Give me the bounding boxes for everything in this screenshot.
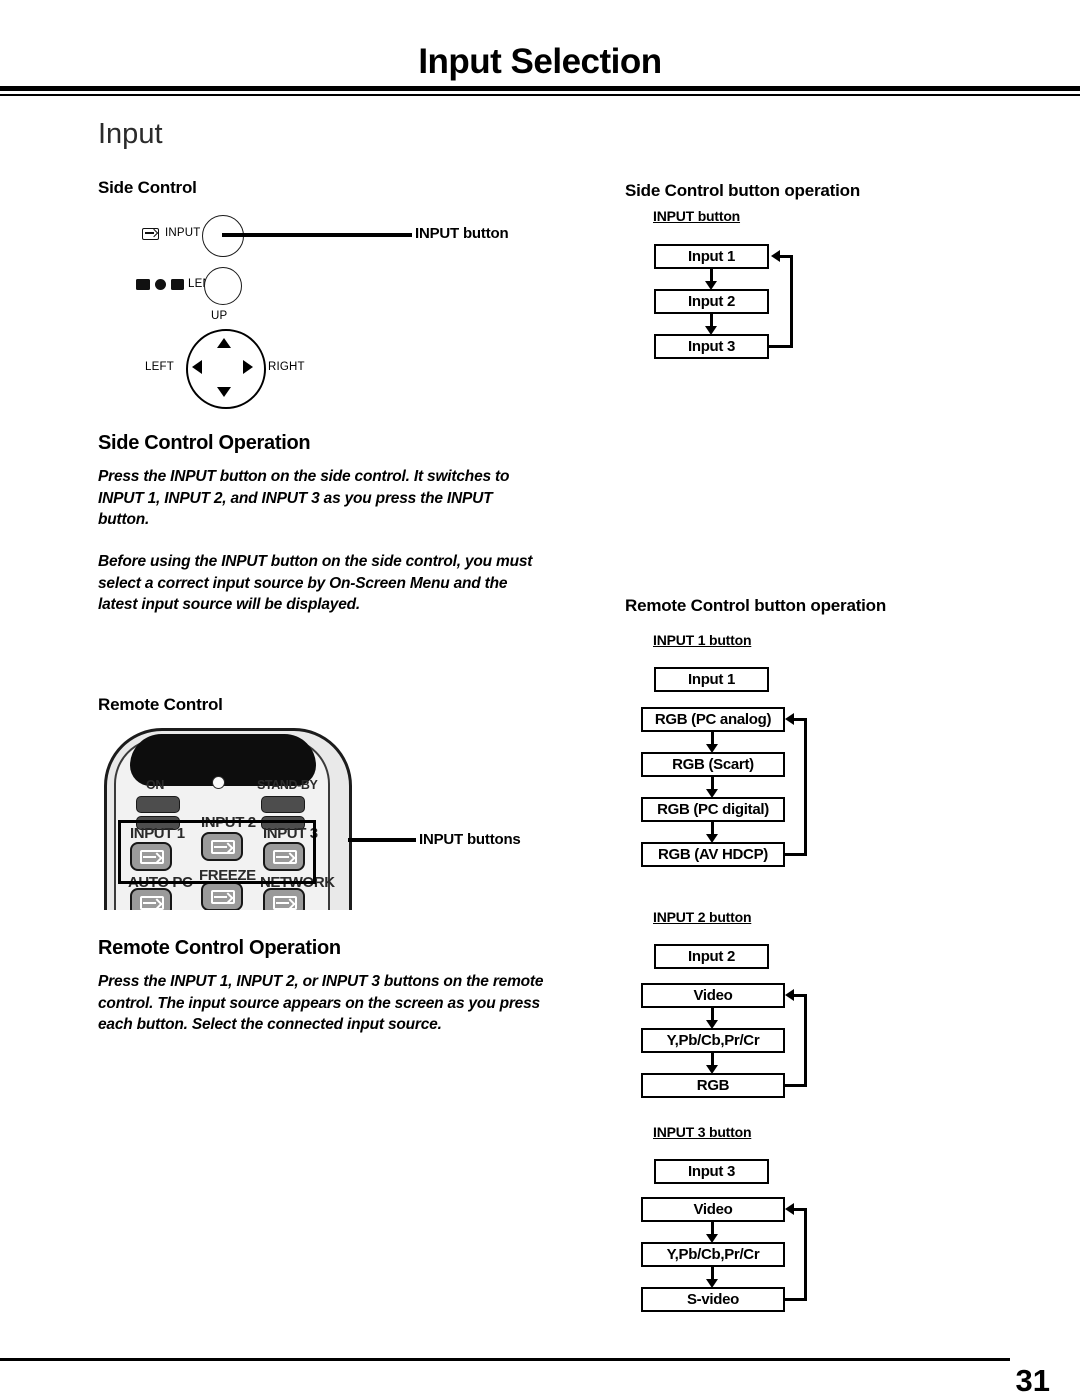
dpad-up-label: UP <box>211 310 228 322</box>
flow-box: Input 3 <box>654 334 769 359</box>
side-control-button-operation-heading: Side Control button operation <box>625 181 861 200</box>
remote-control-operation-paragraph-1: Press the INPUT 1, INPUT 2, or INPUT 3 b… <box>98 973 544 1033</box>
dpad-down-arrow-icon[interactable] <box>217 387 231 397</box>
header-rule-thick <box>0 86 1080 91</box>
flow-head-box: Input 2 <box>654 944 769 969</box>
input3-button-subheading: INPUT 3 button <box>653 1124 752 1140</box>
flow-loop-top <box>780 255 793 258</box>
remote-standby-label: STAND-BY <box>257 778 318 792</box>
side-control-input-button-subheading: INPUT button <box>653 208 741 224</box>
flow-loop-side <box>804 1208 807 1301</box>
flow-box: Video <box>641 983 785 1008</box>
page-title: Input Selection <box>418 42 662 81</box>
flow-box: S-video <box>641 1287 785 1312</box>
remote-standby-button[interactable] <box>261 796 305 813</box>
flow-arrow-left-icon <box>771 250 780 262</box>
dpad-up-arrow-icon[interactable] <box>217 338 231 348</box>
remote-control-heading: Remote Control <box>98 695 223 714</box>
side-control-operation-paragraph-1: Press the INPUT button on the side contr… <box>98 468 510 528</box>
remote-on-label: ON <box>146 778 164 792</box>
input-buttons-callout-label: INPUT buttons <box>419 831 521 848</box>
flow-arrow-left-icon <box>785 989 794 1001</box>
flow-loop-side <box>790 255 793 347</box>
input-buttons-callout-line <box>348 838 416 842</box>
input-port-icon <box>142 228 159 240</box>
flow-arrow-left-icon <box>785 713 794 725</box>
flow-head-box: Input 1 <box>654 667 769 692</box>
remote-on-button[interactable] <box>136 796 180 813</box>
input-buttons-highlight-box <box>118 820 316 884</box>
side-control-input-label: INPUT <box>165 227 201 239</box>
side-control-operation-heading: Side Control Operation <box>98 432 311 454</box>
flow-box: RGB <box>641 1073 785 1098</box>
flow-box: RGB (PC analog) <box>641 707 785 732</box>
remote-autopc-button[interactable] <box>130 888 172 910</box>
flow-loop-side <box>804 718 807 856</box>
lens-zoom-icon <box>136 279 150 290</box>
freeze-icon <box>211 890 235 904</box>
flow-box: Y,Pb/Cb,Pr/Cr <box>641 1242 785 1267</box>
flow-box: RGB (PC digital) <box>641 797 785 822</box>
side-control-operation-paragraph-2: Before using the INPUT button on the sid… <box>98 553 533 613</box>
remote-network-button[interactable] <box>263 888 305 910</box>
network-icon <box>273 896 297 910</box>
section-heading: Input <box>98 118 163 150</box>
input1-button-subheading: INPUT 1 button <box>653 632 752 648</box>
page-number: 31 <box>1015 1363 1050 1398</box>
flow-box: Input 1 <box>654 244 769 269</box>
flow-loop-top <box>794 994 807 997</box>
input2-button-subheading: INPUT 2 button <box>653 909 752 925</box>
flow-loop-top <box>794 1208 807 1211</box>
dpad-left-arrow-icon[interactable] <box>192 360 202 374</box>
flow-loop-side <box>804 994 807 1087</box>
side-control-lens-button[interactable] <box>204 267 242 305</box>
dpad-right-label: RIGHT <box>268 361 305 373</box>
flow-arrow-left-icon <box>785 1203 794 1215</box>
dpad-left-label: LEFT <box>145 361 174 373</box>
remote-control-operation-heading: Remote Control Operation <box>98 937 341 959</box>
input-button-callout-label: INPUT button <box>415 225 509 242</box>
remote-control-button-operation-heading: Remote Control button operation <box>625 596 887 615</box>
flow-box: Video <box>641 1197 785 1222</box>
remote-led-indicator <box>212 776 225 789</box>
flow-box: Input 2 <box>654 289 769 314</box>
flow-box: RGB (AV HDCP) <box>641 842 785 867</box>
lens-focus-icon <box>155 279 166 290</box>
lens-shift-icon <box>171 279 184 290</box>
flow-box: RGB (Scart) <box>641 752 785 777</box>
flow-loop-top <box>794 718 807 721</box>
flow-box: Y,Pb/Cb,Pr/Cr <box>641 1028 785 1053</box>
dpad-right-arrow-icon[interactable] <box>243 360 253 374</box>
input-button-callout-line <box>222 233 412 237</box>
remote-freeze-button[interactable] <box>201 882 243 910</box>
remote-control-diagram: ON STAND-BY INPUT 1 INPUT 2 INPUT 3 AUTO… <box>100 728 358 910</box>
flow-head-box: Input 3 <box>654 1159 769 1184</box>
header-rule-thin <box>0 94 1080 96</box>
footer-rule <box>0 1358 1010 1361</box>
side-control-heading: Side Control <box>98 178 197 197</box>
auto-pc-icon <box>140 896 164 910</box>
